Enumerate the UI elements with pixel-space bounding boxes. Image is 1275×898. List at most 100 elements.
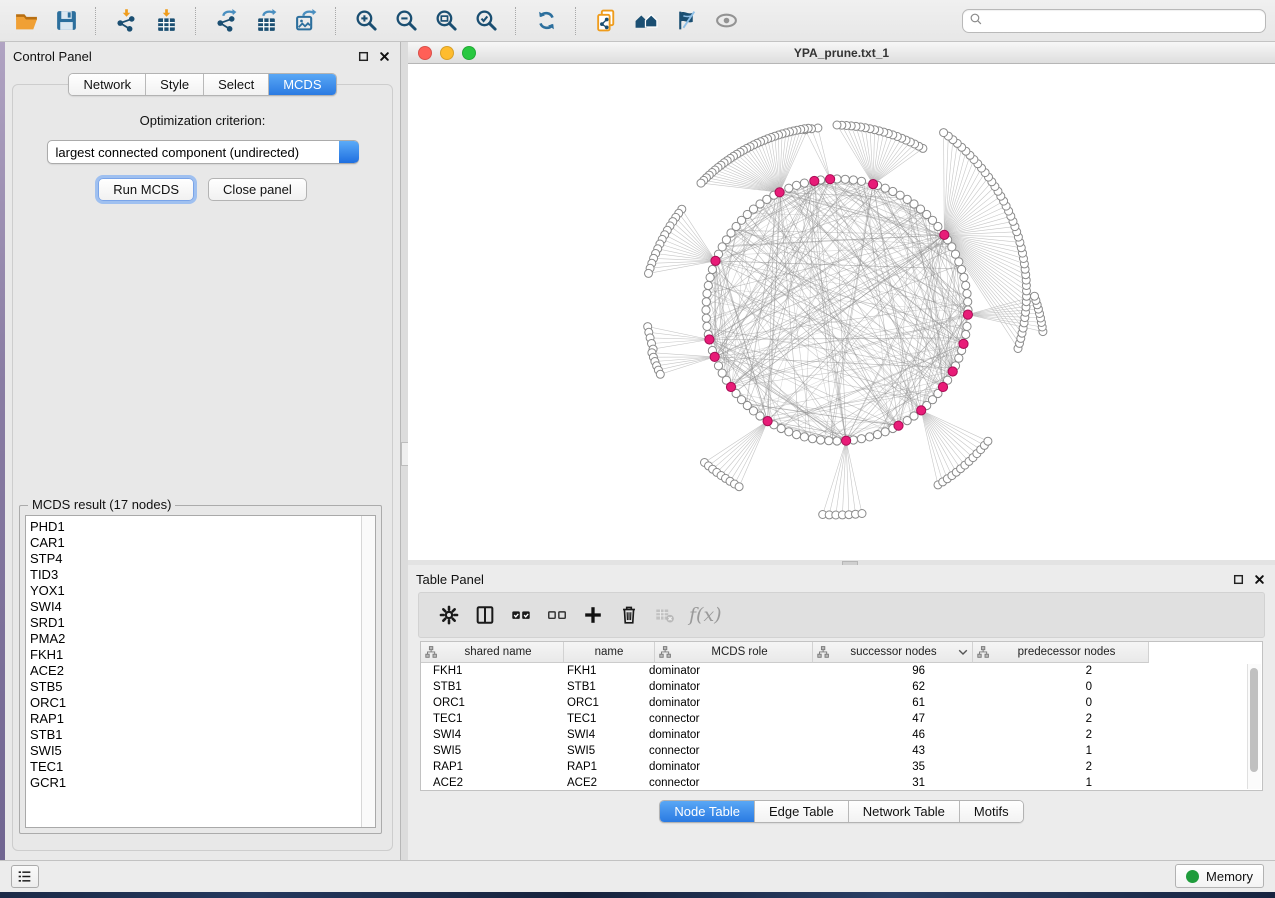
mcds-result-item[interactable]: TEC1 — [30, 759, 361, 775]
network-node[interactable] — [841, 175, 849, 183]
close-panel-button[interactable] — [377, 49, 392, 64]
network-hub-node[interactable] — [705, 335, 714, 344]
tab-style[interactable]: Style — [146, 74, 204, 95]
network-node[interactable] — [960, 273, 968, 281]
network-node[interactable] — [833, 437, 841, 445]
network-hub-node[interactable] — [710, 352, 719, 361]
mcds-result-item[interactable]: STB1 — [30, 727, 361, 743]
close-panel-button[interactable] — [1252, 572, 1267, 587]
gear-button[interactable] — [431, 598, 467, 632]
open-file-button[interactable] — [6, 4, 46, 38]
delete-row-button[interactable] — [611, 598, 647, 632]
network-node[interactable] — [703, 322, 711, 330]
network-node[interactable] — [857, 435, 865, 443]
show-hide-eye-button[interactable] — [706, 4, 746, 38]
network-hub-node[interactable] — [726, 382, 735, 391]
save-session-button[interactable] — [46, 4, 86, 38]
criterion-dropdown[interactable]: largest connected component (undirected) — [47, 140, 359, 164]
mcds-result-item[interactable]: PHD1 — [30, 519, 361, 535]
network-hub-node[interactable] — [869, 180, 878, 189]
task-history-button[interactable] — [11, 865, 39, 888]
mcds-result-item[interactable]: STB5 — [30, 679, 361, 695]
network-hub-node[interactable] — [940, 230, 949, 239]
tab-edge-table[interactable]: Edge Table — [755, 801, 849, 822]
network-node[interactable] — [702, 306, 710, 314]
network-node[interactable] — [792, 181, 800, 189]
zoom-selected-button[interactable] — [466, 4, 506, 38]
network-hub-node[interactable] — [963, 310, 972, 319]
network-node[interactable] — [800, 179, 808, 187]
table-row[interactable]: SWI5SWI5connector431 — [421, 743, 1262, 759]
network-node[interactable] — [656, 370, 664, 378]
table-row[interactable]: STB1STB1dominator620 — [421, 679, 1262, 695]
mcds-result-item[interactable]: GCR1 — [30, 775, 361, 791]
tab-motifs[interactable]: Motifs — [960, 801, 1023, 822]
network-hub-node[interactable] — [842, 436, 851, 445]
network-hub-node[interactable] — [810, 176, 819, 185]
clone-network-button[interactable] — [586, 4, 626, 38]
table-row[interactable]: RAP1RAP1dominator352 — [421, 759, 1262, 775]
network-node[interactable] — [706, 273, 714, 281]
network-node[interactable] — [645, 269, 653, 277]
home-view-button[interactable] — [626, 4, 666, 38]
network-node[interactable] — [735, 483, 743, 491]
export-network-button[interactable] — [206, 4, 246, 38]
table-row[interactable]: FKH1FKH1dominator962 — [421, 663, 1262, 679]
column-header-MCDS-role[interactable]: MCDS role — [655, 642, 813, 663]
mcds-result-item[interactable]: YOX1 — [30, 583, 361, 599]
table-row[interactable]: ACE2ACE2connector311 — [421, 775, 1262, 791]
search-input[interactable] — [987, 11, 1259, 31]
network-node[interactable] — [984, 437, 992, 445]
network-node[interactable] — [889, 187, 897, 195]
network-node[interactable] — [777, 424, 785, 432]
network-node[interactable] — [910, 412, 918, 420]
float-panel-button[interactable] — [356, 49, 371, 64]
network-node[interactable] — [958, 265, 966, 273]
tab-network-table[interactable]: Network Table — [849, 801, 960, 822]
network-hub-node[interactable] — [763, 417, 772, 426]
network-hub-node[interactable] — [938, 382, 947, 391]
network-node[interactable] — [1031, 292, 1039, 300]
mcds-result-item[interactable]: TID3 — [30, 567, 361, 583]
network-node[interactable] — [825, 437, 833, 445]
network-graph[interactable] — [408, 63, 1275, 560]
network-hub-node[interactable] — [948, 367, 957, 376]
network-node[interactable] — [963, 322, 971, 330]
tab-select[interactable]: Select — [204, 74, 269, 95]
select-all-button[interactable] — [503, 598, 539, 632]
tab-mcds[interactable]: MCDS — [269, 74, 335, 95]
tab-network[interactable]: Network — [69, 74, 146, 95]
network-node[interactable] — [857, 177, 865, 185]
column-header-predecessor-nodes[interactable]: predecessor nodes — [973, 642, 1149, 663]
network-node[interactable] — [873, 431, 881, 439]
network-node[interactable] — [833, 121, 841, 129]
float-panel-button[interactable] — [1231, 572, 1246, 587]
export-image-button[interactable] — [286, 4, 326, 38]
network-node[interactable] — [702, 314, 710, 322]
table-row[interactable]: SWI4SWI4dominator462 — [421, 727, 1262, 743]
import-table-button[interactable] — [146, 4, 186, 38]
memory-button[interactable]: Memory — [1175, 864, 1264, 888]
mcds-result-item[interactable]: SWI5 — [30, 743, 361, 759]
network-node[interactable] — [756, 412, 764, 420]
table-scrollbar[interactable] — [1247, 664, 1261, 789]
mcds-result-item[interactable]: ACE2 — [30, 663, 361, 679]
toggle-graphics-details-button[interactable] — [666, 4, 706, 38]
network-node[interactable] — [881, 428, 889, 436]
mcds-result-item[interactable]: ORC1 — [30, 695, 361, 711]
network-node[interactable] — [955, 258, 963, 266]
mcds-result-list[interactable]: PHD1CAR1STP4TID3YOX1SWI4SRD1PMA2FKH1ACE2… — [25, 515, 376, 828]
table-scrollbar-thumb[interactable] — [1250, 668, 1258, 772]
network-node[interactable] — [785, 428, 793, 436]
network-node[interactable] — [940, 129, 948, 137]
network-node[interactable] — [866, 433, 874, 441]
mcds-result-item[interactable]: PMA2 — [30, 631, 361, 647]
network-node[interactable] — [962, 330, 970, 338]
network-node[interactable] — [703, 290, 711, 298]
column-header-name[interactable]: name — [564, 642, 655, 663]
network-hub-node[interactable] — [894, 421, 903, 430]
network-canvas[interactable] — [408, 63, 1275, 560]
network-node[interactable] — [702, 298, 710, 306]
network-hub-node[interactable] — [775, 188, 784, 197]
column-header-successor-nodes[interactable]: successor nodes — [813, 642, 973, 663]
